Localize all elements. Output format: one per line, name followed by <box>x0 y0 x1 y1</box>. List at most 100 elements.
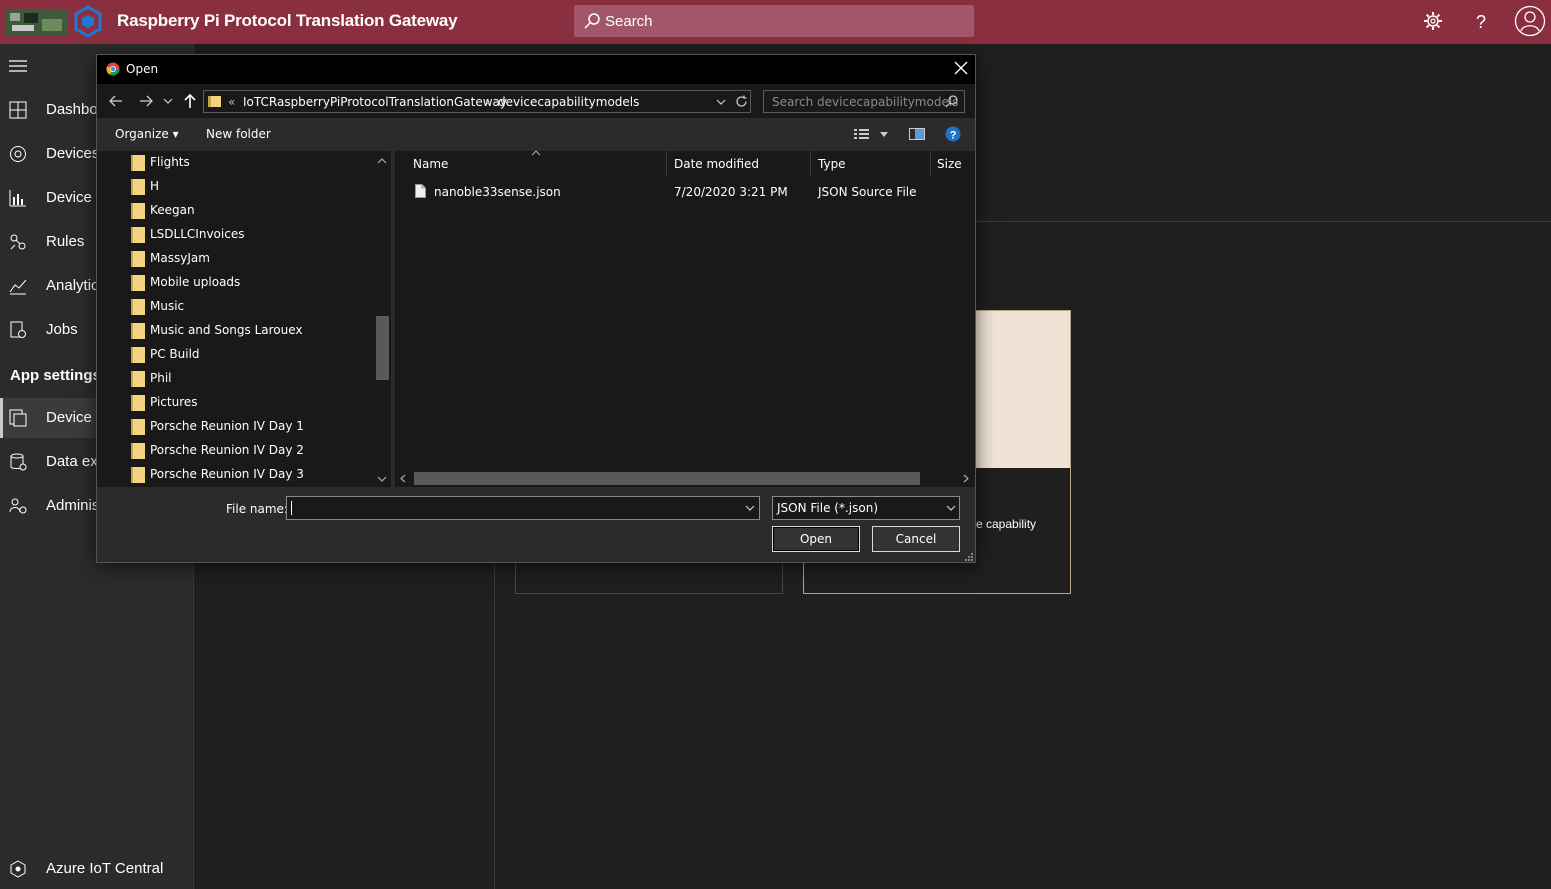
back-arrow-icon[interactable] <box>108 93 124 109</box>
folder-label: Pictures <box>150 395 198 409</box>
rules-icon <box>10 234 26 250</box>
file-type-select[interactable]: JSON File (*.json) <box>772 496 960 520</box>
folder-icon <box>131 299 145 315</box>
folder-icon <box>208 96 221 107</box>
nav-label: Rules <box>46 233 85 250</box>
user-icon[interactable] <box>1514 5 1546 37</box>
column-separator[interactable] <box>666 151 667 177</box>
address-bar[interactable]: « IoTCRaspberryPiProtocolTranslationGate… <box>203 90 751 113</box>
template-card[interactable] <box>515 560 783 594</box>
resize-grip-icon[interactable] <box>965 553 973 561</box>
tree-folder-item[interactable]: Keegan <box>131 199 371 223</box>
folder-label: Music and Songs Larouex <box>150 323 303 337</box>
recent-locations-chevron-icon[interactable] <box>163 93 173 109</box>
tree-scrollbar[interactable] <box>373 151 391 487</box>
tree-folder-item[interactable]: Porsche Reunion IV Day 1 <box>131 415 371 439</box>
address-segment-project[interactable]: IoTCRaspberryPiProtocolTranslationGatewa… <box>243 95 507 109</box>
chrome-icon <box>106 62 120 76</box>
folder-icon <box>131 323 145 339</box>
nav-azure-iot-central[interactable]: Azure IoT Central <box>0 849 194 889</box>
column-separator[interactable] <box>810 151 811 177</box>
folder-icon <box>131 155 145 171</box>
tree-folder-item[interactable]: MassyJam <box>131 247 371 271</box>
tree-folder-item[interactable]: Phil <box>131 367 371 391</box>
scroll-down-icon[interactable] <box>377 475 387 483</box>
tree-folder-item[interactable]: H <box>131 175 371 199</box>
tree-folder-item[interactable]: Pictures <box>131 391 371 415</box>
address-dropdown-icon[interactable] <box>716 99 726 105</box>
svg-text:?: ? <box>1476 12 1486 32</box>
dialog-footer: File name: JSON File (*.json) Open Cance… <box>97 487 975 562</box>
search-placeholder: Search <box>605 13 653 30</box>
chevron-down-icon[interactable] <box>745 505 755 511</box>
app-settings-header: App settings <box>10 367 101 384</box>
file-list-scrollbar[interactable] <box>395 469 975 487</box>
help-icon[interactable]: ? <box>1470 10 1492 32</box>
azure-iot-central-icon <box>10 860 26 878</box>
tree-folder-item[interactable]: Porsche Reunion IV Day 3 <box>131 463 371 487</box>
tree-folder-item[interactable]: Mobile uploads <box>131 271 371 295</box>
new-folder-button[interactable]: New folder <box>206 127 271 141</box>
organize-menu[interactable]: Organize ▾ <box>115 127 179 141</box>
scroll-up-icon[interactable] <box>377 157 387 165</box>
scroll-left-icon[interactable] <box>400 474 406 483</box>
chevron-down-icon <box>946 505 956 511</box>
view-options-icon[interactable] <box>854 128 890 140</box>
tree-folder-item[interactable]: LSDLLCInvoices <box>131 223 371 247</box>
file-list: Name Date modified Type Size nanoble33se… <box>395 150 975 487</box>
nav-label: Jobs <box>46 321 78 338</box>
folder-icon <box>131 251 145 267</box>
column-header-size[interactable]: Size <box>937 157 962 171</box>
tree-folder-item[interactable]: Porsche Reunion IV Day 2 <box>131 439 371 463</box>
global-search-box[interactable]: Search <box>574 5 974 37</box>
folder-label: Porsche Reunion IV Day 2 <box>150 443 304 457</box>
column-header-type[interactable]: Type <box>818 157 846 171</box>
hamburger-menu-icon[interactable] <box>9 59 27 73</box>
folder-search-box[interactable]: Search devicecapabilitymodels <box>763 90 965 113</box>
column-header-date[interactable]: Date modified <box>674 157 759 171</box>
column-separator[interactable] <box>930 151 931 177</box>
tree-folder-item[interactable]: PC Build <box>131 343 371 367</box>
close-icon[interactable] <box>954 61 968 75</box>
cancel-button[interactable]: Cancel <box>872 526 960 552</box>
file-name: nanoble33sense.json <box>434 185 561 199</box>
administration-icon <box>9 498 27 514</box>
address-segment-folder[interactable]: devicecapabilitymodels <box>498 95 639 109</box>
tree-folder-item[interactable]: Flights <box>131 151 371 175</box>
tree-folder-item[interactable]: Music and Songs Larouex <box>131 319 371 343</box>
folder-icon <box>131 467 145 483</box>
search-icon <box>584 13 600 29</box>
jobs-icon <box>10 321 26 338</box>
gear-icon[interactable] <box>1422 10 1444 32</box>
folder-icon <box>131 371 145 387</box>
card-text: e capability <box>976 517 1037 531</box>
file-row[interactable]: nanoble33sense.json 7/20/2020 3:21 PM JS… <box>395 181 975 203</box>
folder-label: Keegan <box>150 203 195 217</box>
forward-arrow-icon[interactable] <box>138 93 154 109</box>
address-overflow-chevron[interactable]: « <box>228 95 235 109</box>
app-logo[interactable] <box>6 5 102 39</box>
file-name-input[interactable] <box>286 496 760 520</box>
nav-label: Adminis <box>46 497 100 514</box>
column-header-name[interactable]: Name <box>413 157 448 171</box>
folder-search-placeholder: Search devicecapabilitymodels <box>772 95 959 109</box>
folder-icon <box>131 443 145 459</box>
help-icon[interactable]: ? <box>945 126 961 142</box>
address-separator: › <box>485 95 490 109</box>
folder-icon <box>131 347 145 363</box>
preview-pane-icon[interactable] <box>909 128 925 140</box>
up-arrow-icon[interactable] <box>182 93 198 109</box>
tree-folder-item[interactable]: Music <box>131 295 371 319</box>
folder-label: Porsche Reunion IV Day 3 <box>150 467 304 481</box>
folder-label: Flights <box>150 155 190 169</box>
folder-icon <box>131 203 145 219</box>
search-icon <box>945 95 958 108</box>
refresh-icon[interactable] <box>735 95 748 108</box>
scroll-right-icon[interactable] <box>963 474 969 483</box>
open-button[interactable]: Open <box>772 526 860 552</box>
sort-ascending-icon <box>531 150 541 156</box>
nav-label: Analytic <box>46 277 99 294</box>
devices-icon <box>10 146 26 162</box>
file-list-scrollbar-thumb[interactable] <box>414 472 920 485</box>
tree-scrollbar-thumb[interactable] <box>376 316 389 380</box>
